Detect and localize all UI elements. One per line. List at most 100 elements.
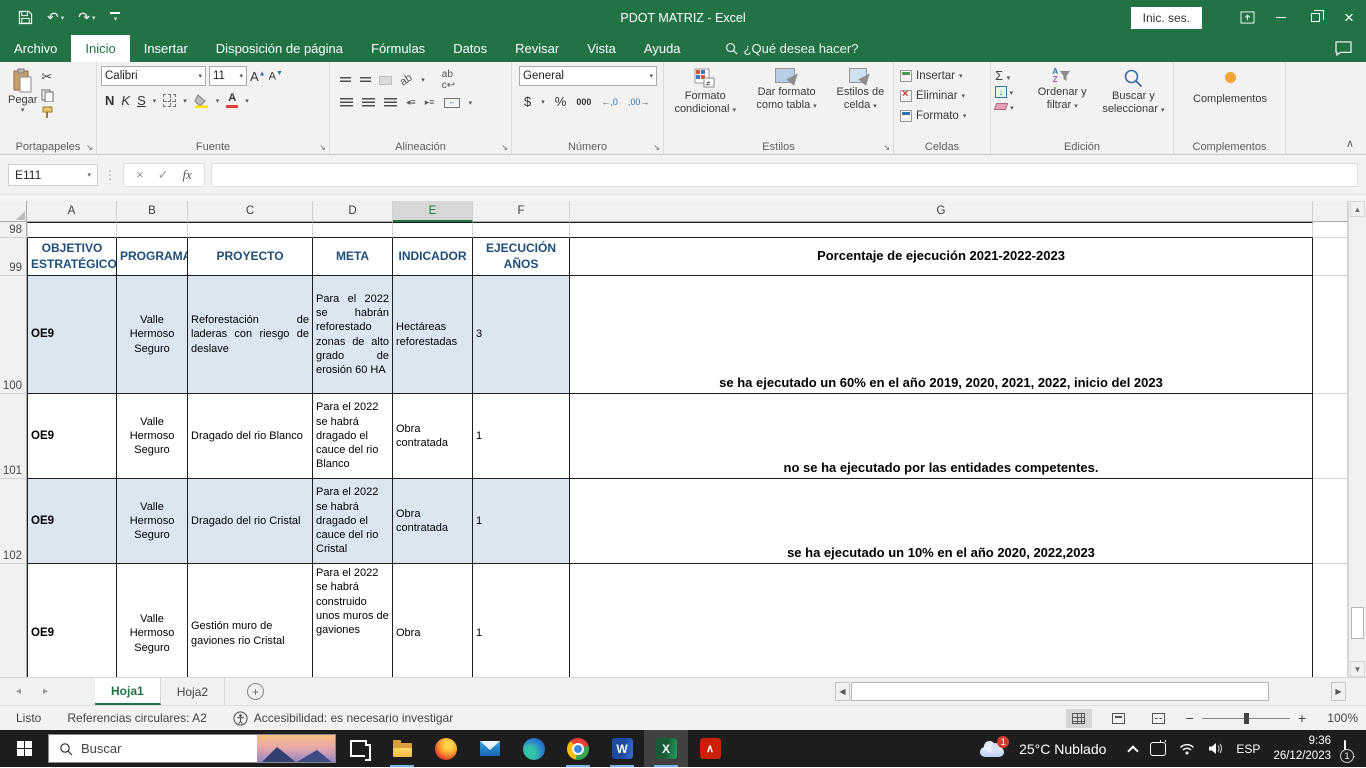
autosum-icon[interactable]: Σ ▾ [995, 68, 1028, 83]
cell-F101[interactable]: 1 [473, 394, 570, 479]
percent-icon[interactable]: % [555, 94, 567, 109]
zoom-slider[interactable] [1202, 718, 1290, 719]
align-left-icon[interactable] [340, 98, 353, 108]
cut-icon[interactable]: ✂ [41, 69, 54, 85]
scroll-up-icon[interactable]: ▲ [1350, 201, 1365, 217]
firefox-button[interactable] [424, 730, 468, 767]
vertical-scrollbar[interactable]: ▲ ▼ [1348, 201, 1366, 677]
fill-icon[interactable]: ↓ ▾ [995, 86, 1028, 98]
cell-A101[interactable]: OE9 [27, 394, 117, 479]
number-dialog-launcher[interactable]: ↘ [653, 143, 660, 152]
cell-F99[interactable]: EJECUCIÓN AÑOS [473, 238, 570, 276]
format-cells-button[interactable]: Formato ▾ [898, 106, 987, 126]
wifi-icon[interactable] [1179, 742, 1195, 755]
cell-E102[interactable]: Obra contratada [393, 479, 473, 564]
tab-inicio[interactable]: Inicio [71, 35, 129, 62]
increase-indent-icon[interactable]: ▸≡ [425, 97, 435, 108]
cell-D98[interactable] [313, 222, 393, 238]
zoom-percentage[interactable]: 100% [1320, 711, 1358, 725]
alignment-dialog-launcher[interactable]: ↘ [501, 143, 508, 152]
horizontal-scroll-thumb[interactable] [851, 682, 1269, 701]
tab-disposicion[interactable]: Disposición de página [202, 35, 357, 62]
currency-icon[interactable]: $ [524, 94, 531, 109]
decrease-indent-icon[interactable]: ◂≡ [406, 97, 416, 108]
cell-C100[interactable]: Reforestación de laderas con riesgo de d… [188, 276, 313, 394]
align-top-icon[interactable] [340, 77, 351, 84]
column-header-A[interactable]: A [27, 201, 117, 222]
zoom-slider-thumb[interactable] [1244, 713, 1249, 724]
normal-view-button[interactable] [1066, 709, 1092, 728]
row-header-100[interactable]: 100 [0, 276, 27, 394]
scroll-left-icon[interactable]: ◀ [835, 682, 850, 701]
styles-dialog-launcher[interactable]: ↘ [883, 143, 890, 152]
cell-A102[interactable]: OE9 [27, 479, 117, 564]
copy-icon[interactable] [41, 89, 54, 102]
decrease-decimal-icon[interactable]: ,00→ [628, 97, 650, 107]
cell-E100[interactable]: Hectáreas reforestadas [393, 276, 473, 394]
tab-archivo[interactable]: Archivo [0, 35, 71, 62]
collapse-ribbon-icon[interactable]: ∧ [1346, 137, 1354, 150]
cell-overflow-98[interactable] [1313, 222, 1348, 238]
cell-A103[interactable]: OE9 [27, 564, 117, 677]
paste-button[interactable]: Pegar ▾ [4, 66, 41, 119]
font-size-select[interactable]: 11▾ [209, 66, 247, 86]
clear-icon[interactable]: ▾ [995, 101, 1028, 113]
scroll-down-icon[interactable]: ▼ [1350, 661, 1365, 677]
sheet-tab-hoja1[interactable]: Hoja1 [95, 678, 161, 705]
increase-decimal-icon[interactable]: ←,0 [601, 97, 618, 107]
cell-C98[interactable] [188, 222, 313, 238]
ribbon-display-options-icon[interactable] [1230, 0, 1264, 35]
fill-color-icon[interactable] [194, 94, 209, 108]
cell-E99[interactable]: INDICADOR [393, 238, 473, 276]
cell-D102[interactable]: Para el 2022 se habrá dragado el cauce d… [313, 479, 393, 564]
cell-A98[interactable] [27, 222, 117, 238]
insert-function-icon[interactable]: fx [183, 167, 192, 183]
select-all-corner[interactable] [0, 201, 27, 222]
bold-button[interactable]: N [105, 93, 114, 108]
mail-button[interactable] [468, 730, 512, 767]
save-icon[interactable] [18, 10, 33, 25]
notification-center-button[interactable]: 1 [1344, 741, 1346, 756]
cell-F103[interactable]: 1 [473, 564, 570, 677]
taskbar-search[interactable]: Buscar [48, 734, 336, 763]
cell-B103[interactable]: Valle Hermoso Seguro [117, 564, 188, 677]
format-painter-icon[interactable] [41, 106, 54, 119]
column-header-C[interactable]: C [188, 201, 313, 222]
tab-insertar[interactable]: Insertar [130, 35, 202, 62]
cell-B99[interactable]: PROGRAMA [117, 238, 188, 276]
new-sheet-button[interactable]: + [247, 683, 264, 700]
tab-revisar[interactable]: Revisar [501, 35, 573, 62]
cell-C102[interactable]: Dragado del rio Cristal [188, 479, 313, 564]
page-layout-view-button[interactable] [1106, 709, 1132, 728]
merge-center-icon[interactable]: ↔ [444, 98, 460, 108]
search-highlight-image[interactable] [257, 734, 335, 763]
column-header-overflow[interactable] [1313, 201, 1348, 222]
column-header-F[interactable]: F [473, 201, 570, 222]
task-view-button[interactable] [336, 730, 380, 767]
customize-qat-button[interactable]: ▾ [110, 12, 120, 23]
thousands-icon[interactable]: 000 [576, 97, 591, 107]
orientation-caret[interactable]: ▾ [421, 76, 425, 84]
cell-G99[interactable]: Porcentaje de ejecución 2021-2022-2023 [570, 238, 1313, 276]
borders-icon[interactable] [163, 94, 176, 107]
cell-C101[interactable]: Dragado del rio Blanco [188, 394, 313, 479]
cell-overflow-102[interactable] [1313, 479, 1348, 564]
cell-overflow-101[interactable] [1313, 394, 1348, 479]
sign-in-button[interactable]: Inic. ses. [1131, 7, 1202, 29]
row-header-99[interactable]: 99 [0, 238, 27, 276]
underline-caret[interactable]: ▾ [153, 97, 157, 105]
font-color-caret[interactable]: ▾ [245, 97, 249, 105]
cell-G102[interactable]: se ha ejecutado un 10% en el año 2020, 2… [570, 479, 1313, 564]
column-header-E[interactable]: E [393, 201, 473, 222]
merge-caret[interactable]: ▾ [469, 99, 473, 107]
volume-icon[interactable] [1208, 742, 1223, 755]
cell-overflow-103[interactable] [1313, 564, 1348, 677]
currency-caret[interactable]: ▾ [541, 98, 545, 106]
cell-C99[interactable]: PROYECTO [188, 238, 313, 276]
cell-styles-button[interactable]: Estilos de celda ▾ [831, 66, 890, 138]
row-header-102[interactable]: 102 [0, 479, 27, 564]
acrobat-button[interactable]: ∧ [688, 730, 732, 767]
cell-overflow-100[interactable] [1313, 276, 1348, 394]
wrap-text-icon[interactable]: abc↩ [442, 69, 455, 91]
delete-cells-button[interactable]: Eliminar ▾ [898, 86, 987, 106]
